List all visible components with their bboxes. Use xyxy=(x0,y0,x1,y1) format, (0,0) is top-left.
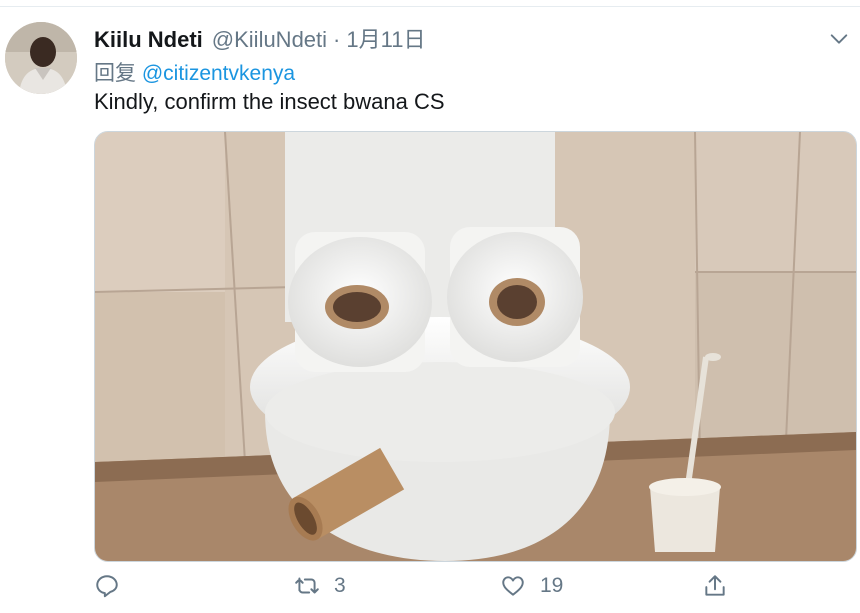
reply-mention-link[interactable]: @citizentvkenya xyxy=(142,62,295,85)
tweet-photo[interactable] xyxy=(94,131,857,562)
share-icon xyxy=(705,575,725,596)
tweet-header: Kiilu Ndeti @KiiluNdeti · 1月11日 xyxy=(94,22,425,52)
replying-to: 回复 @citizentvkenya xyxy=(94,57,295,87)
retweet-count: 3 xyxy=(334,574,346,597)
reply-icon xyxy=(96,575,118,598)
reply-button[interactable] xyxy=(94,573,134,599)
like-count: 19 xyxy=(540,574,564,597)
tweet-text: Kindly, confirm the insect bwana CS xyxy=(94,89,445,114)
heart-icon xyxy=(502,576,524,596)
like-button[interactable]: 19 xyxy=(500,573,563,599)
chevron-down-icon xyxy=(830,34,848,44)
share-button[interactable] xyxy=(702,573,728,599)
author-handle[interactable]: @KiiluNdeti xyxy=(212,27,327,53)
avatar-image xyxy=(5,22,77,94)
retweet-icon xyxy=(295,577,319,594)
timeline-divider xyxy=(0,0,860,7)
tweet-actions: 3 19 xyxy=(94,573,844,609)
retweet-button[interactable]: 3 xyxy=(294,573,346,599)
avatar[interactable] xyxy=(5,22,77,94)
tweet-date[interactable]: 1月11日 xyxy=(346,22,425,54)
header-separator: · xyxy=(333,27,341,52)
toilet-face-photo xyxy=(95,132,856,561)
author-name[interactable]: Kiilu Ndeti xyxy=(94,27,203,53)
reply-prefix: 回复 xyxy=(94,62,136,85)
more-options-button[interactable] xyxy=(828,28,850,50)
